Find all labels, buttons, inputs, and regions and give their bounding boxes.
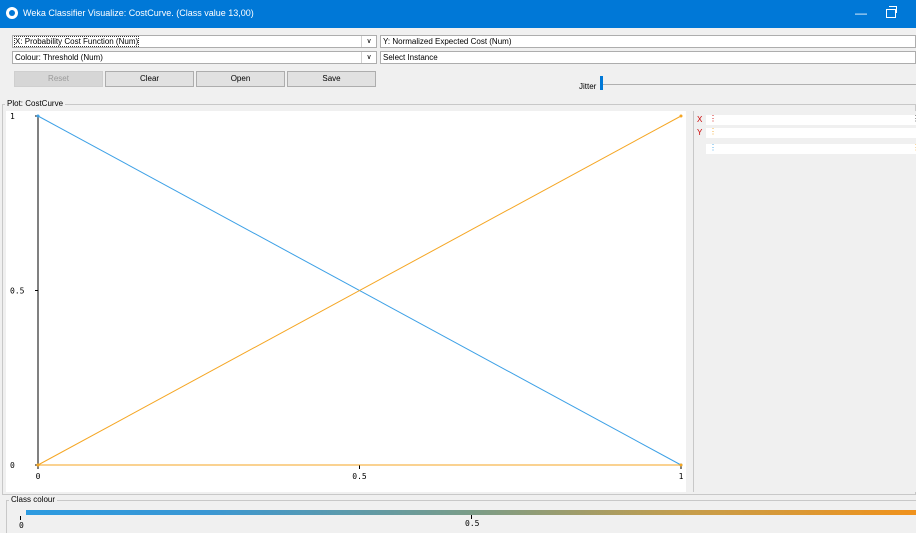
colour-select[interactable]: Colour: Threshold (Num) ∨ [12, 51, 377, 64]
x-end-marker: ⋮ [912, 114, 916, 123]
y-instance-row: Y ⋮ [694, 127, 916, 138]
plot-area[interactable]: 0 0.5 1 0 0.5 1 [6, 111, 686, 492]
series-point-2-0 [36, 463, 40, 467]
weka-app-icon [6, 7, 18, 19]
class-colour-group: Class colour [6, 495, 916, 533]
series-point-1-1 [679, 114, 683, 118]
class-colour-title: Class colour [9, 495, 58, 504]
save-button[interactable]: Save [287, 71, 376, 87]
plot-title: Plot: CostCurve [5, 99, 66, 108]
clear-button[interactable]: Clear [105, 71, 194, 87]
reset-button[interactable]: Reset [14, 71, 103, 87]
minimize-icon[interactable]: — [855, 6, 867, 20]
jitter-slider-thumb[interactable] [600, 76, 603, 90]
y-axis-select[interactable]: Y: Normalized Expected Cost (Num) [380, 35, 916, 48]
colour-select-value: Colour: Threshold (Num) [15, 53, 103, 62]
series-point-0-0 [36, 114, 40, 118]
x-row-label: X [697, 115, 703, 124]
x-axis-select[interactable]: X: Probability Cost Function (Num) ∨ [12, 35, 377, 48]
x-tick-label: 0.5 [352, 472, 367, 481]
open-button[interactable]: Open [196, 71, 285, 87]
chevron-down-icon[interactable]: ∨ [361, 52, 376, 63]
y-tick-label: 0 [10, 461, 15, 470]
instance-panel: X ⋮ ⋮ Y ⋮ ⋮ ⋮ [693, 111, 916, 492]
colour-instance-bar[interactable] [706, 144, 916, 154]
class-colour-mid-label: 0.5 [465, 519, 480, 528]
class-colour-min-label: 0 [19, 521, 24, 530]
x-axis-select-value: X: Probability Cost Function (Num) [13, 36, 140, 47]
y-marker: ⋮ [709, 127, 717, 136]
series-point-2-1 [679, 463, 683, 467]
restore-icon[interactable] [886, 6, 897, 18]
x-instance-row: X ⋮ ⋮ [694, 114, 916, 125]
colour-end-marker: ⋮ [912, 143, 916, 152]
class-colour-mid-tick [471, 515, 472, 519]
y-tick-label: 1 [10, 112, 15, 121]
x-tick-label: 0 [36, 472, 41, 481]
window-title: Weka Classifier Visualize: CostCurve. (C… [23, 8, 254, 18]
select-instance-select[interactable]: Select Instance [380, 51, 916, 64]
y-instance-bar[interactable] [706, 128, 916, 138]
title-bar: Weka Classifier Visualize: CostCurve. (C… [0, 0, 916, 28]
y-tick-label: 0.5 [10, 287, 25, 296]
y-axis-select-value: Y: Normalized Expected Cost (Num) [383, 37, 512, 46]
x-tick-label: 1 [679, 472, 684, 481]
x-marker: ⋮ [709, 114, 717, 123]
y-row-label: Y [697, 128, 703, 137]
jitter-slider-track[interactable] [602, 84, 916, 85]
x-instance-bar[interactable] [706, 115, 916, 125]
jitter-label: Jitter [579, 82, 597, 91]
colour-marker: ⋮ [709, 143, 717, 152]
cost-curve-chart: 0 0.5 1 0 0.5 1 [10, 112, 684, 481]
chevron-down-icon[interactable]: ∨ [361, 36, 376, 47]
colour-instance-row: ⋮ ⋮ [694, 143, 916, 154]
class-colour-min-tick [20, 516, 21, 520]
select-instance-value: Select Instance [383, 53, 438, 62]
